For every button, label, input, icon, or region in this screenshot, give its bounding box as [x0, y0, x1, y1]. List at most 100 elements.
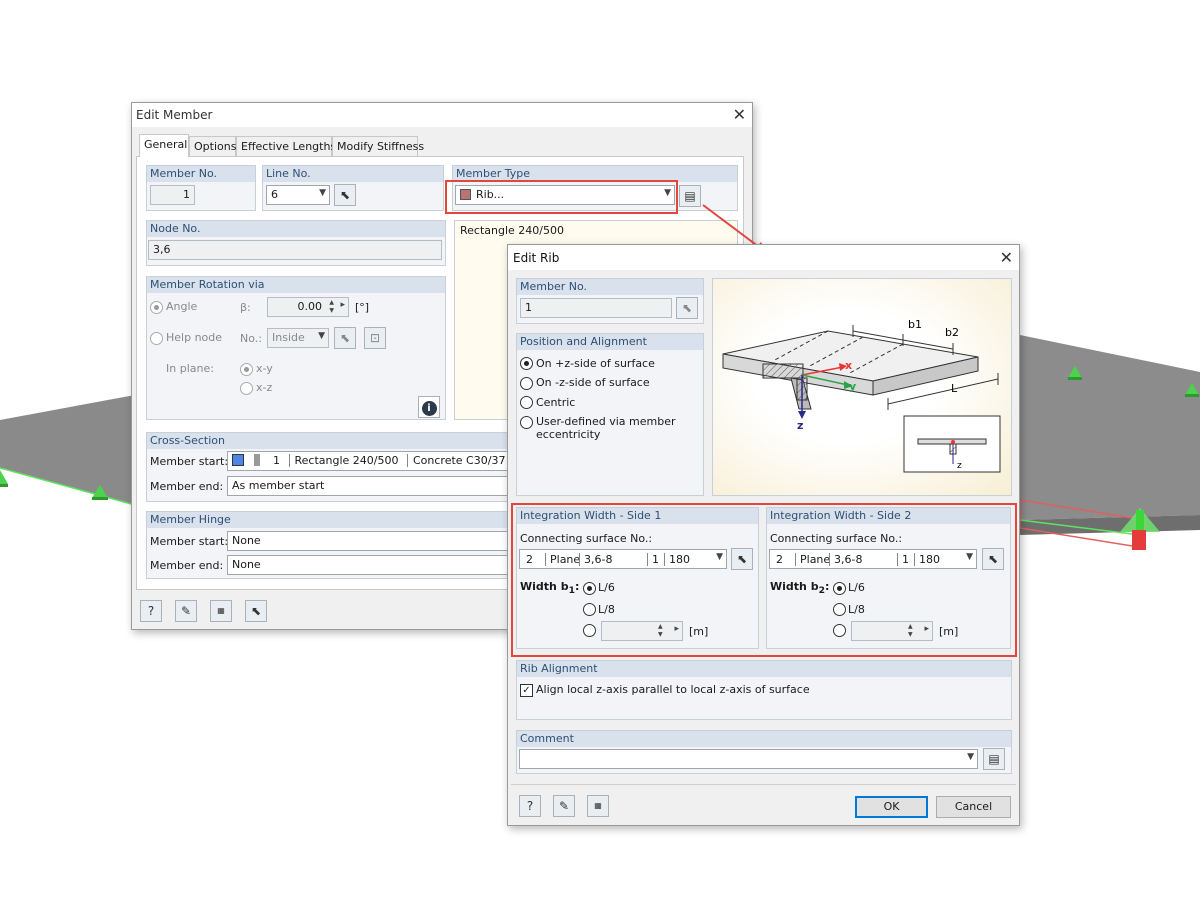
position-plus-z-radio[interactable] [520, 357, 533, 370]
rib-diagram-drawing: b1 b2 L x y z z [722, 318, 1001, 473]
units-icon: ▦ [217, 606, 225, 615]
position-alignment-header: Position and Alignment [517, 334, 703, 350]
hinge-end-select[interactable]: None [227, 555, 512, 575]
node-no-field[interactable]: 3,6 [148, 240, 442, 260]
comment-input[interactable]: ▼ [519, 749, 978, 769]
help-button[interactable]: ? [140, 600, 162, 622]
close-icon[interactable]: ✕ [733, 105, 746, 124]
pick-help-node-button[interactable]: ⬉ [334, 327, 356, 349]
rib-alignment-header: Rib Alignment [517, 661, 1011, 677]
ok-button[interactable]: OK [855, 796, 928, 818]
edit-member-titlebar: Edit Member ✕ [132, 103, 752, 127]
b2-label: b2 [945, 326, 959, 339]
line-no-header: Line No. [263, 166, 443, 182]
comment-library-button[interactable]: ▤ [983, 748, 1005, 770]
rib-member-no-header: Member No. [517, 279, 703, 295]
pick-member-button[interactable]: ⬉ [245, 600, 267, 622]
library-icon: ▤ [988, 752, 1000, 766]
y-axis-label: y [849, 380, 856, 393]
new-help-node-button[interactable]: ⊡ [364, 327, 386, 349]
beta-unit: [°] [355, 301, 370, 314]
angle-radio[interactable] [150, 301, 163, 314]
beta-input[interactable]: 0.00 ▲ ▼ ▸ [267, 297, 349, 317]
angle-label: Angle [166, 300, 198, 313]
length-label: L [951, 382, 958, 395]
cross-section-header: Cross-Section [147, 433, 515, 449]
align-z-axis-label: Align local z-axis parallel to local z-a… [536, 683, 810, 696]
position-minus-z-label: On -z-side of surface [536, 376, 650, 389]
b1-label: b1 [908, 318, 922, 331]
x-axis-label: x [845, 359, 852, 372]
rib-member-no-field[interactable]: 1 [520, 298, 672, 318]
rib-units-button[interactable]: ▦ [587, 795, 609, 817]
tab-modify-stiffness[interactable]: Modify Stiffness [332, 136, 424, 156]
member-type-highlight [445, 180, 678, 214]
help-node-select-value: Inside [272, 331, 305, 344]
plane-xz-radio[interactable] [240, 382, 253, 395]
chevron-down-icon: ▼ [318, 331, 325, 341]
units-button[interactable]: ▦ [210, 600, 232, 622]
edit-rib-title: Edit Rib [513, 251, 560, 265]
help-node-select[interactable]: Inside ▼ [267, 328, 329, 348]
edit-member-title: Edit Member [136, 108, 213, 122]
z-axis-label: z [797, 419, 803, 432]
line-no-value: 6 [271, 188, 278, 201]
plane-xy-label: x-y [256, 362, 273, 375]
help-node-label: Help node [166, 331, 223, 344]
rib-help-button[interactable]: ? [519, 795, 541, 817]
position-centric-radio[interactable] [520, 396, 533, 409]
member-hinge-header: Member Hinge [147, 512, 515, 528]
edit-icon: ✎ [180, 604, 192, 618]
pointer-icon: ⬉ [250, 604, 262, 618]
tab-effective-lengths[interactable]: Effective Lengths [236, 136, 336, 156]
help-node-radio[interactable] [150, 332, 163, 345]
position-user-defined-label: User-defined via member eccentricity [536, 415, 676, 441]
hinge-start-select[interactable]: None [227, 531, 512, 551]
tab-options[interactable]: Options [189, 136, 236, 156]
position-centric-label: Centric [536, 396, 576, 409]
cs-start-name: Rectangle 240/500 [288, 454, 399, 467]
edit-icon: ✎ [558, 799, 570, 813]
z-axis-label-small: z [957, 461, 962, 471]
help-icon: ? [147, 604, 155, 618]
info-text: Rectangle 240/500 [460, 224, 564, 237]
tab-general[interactable]: General [139, 134, 189, 157]
edit-notes-button[interactable]: ✎ [175, 600, 197, 622]
support-icon [0, 470, 8, 487]
slab-surface-left [0, 395, 135, 505]
close-icon[interactable]: ✕ [1000, 248, 1013, 267]
position-minus-z-radio[interactable] [520, 377, 533, 390]
cs-end-label: Member end: [150, 480, 224, 493]
pick-rib-member-button[interactable]: ⬉ [676, 297, 698, 319]
new-node-icon: ⊡ [369, 331, 381, 345]
pick-line-button[interactable]: ⬉ [334, 184, 356, 206]
cs-end-select[interactable]: As member start [227, 476, 512, 496]
plane-xy-radio[interactable] [240, 363, 253, 376]
beta-label: β: [240, 301, 251, 314]
hinge-start-label: Member start: [150, 535, 229, 548]
slab-surface-right [1020, 335, 1200, 520]
cs-start-label: Member start: [150, 455, 229, 468]
edit-icon: ▤ [684, 189, 696, 203]
line-no-select[interactable]: 6 ▼ [266, 185, 330, 205]
chevron-right-icon[interactable]: ▸ [340, 300, 345, 310]
rib-edit-notes-button[interactable]: ✎ [553, 795, 575, 817]
cs-start-select[interactable]: 1 Rectangle 240/500 Concrete C30/37 [227, 451, 512, 471]
align-z-axis-checkbox[interactable]: ✓ [520, 684, 533, 697]
position-user-defined-radio[interactable] [520, 416, 533, 429]
node-no-header: Node No. [147, 221, 445, 237]
chevron-down-icon: ▼ [967, 752, 974, 762]
spinner-icon[interactable]: ▲ ▼ [324, 299, 334, 315]
pointer-icon: ⬉ [339, 188, 351, 202]
info-icon: i [421, 401, 437, 416]
chevron-down-icon: ▼ [319, 188, 326, 198]
info-button[interactable]: i [418, 396, 440, 418]
cross-section-color-swatch [232, 454, 244, 466]
pointer-icon: ⬉ [681, 301, 693, 315]
cancel-button[interactable]: Cancel [936, 796, 1011, 818]
beta-value: 0.00 [297, 300, 323, 313]
in-plane-label: In plane: [166, 362, 214, 375]
member-no-field[interactable]: 1 [150, 185, 195, 205]
pointer-icon: ⬉ [339, 331, 351, 345]
footer-divider [511, 784, 1016, 785]
